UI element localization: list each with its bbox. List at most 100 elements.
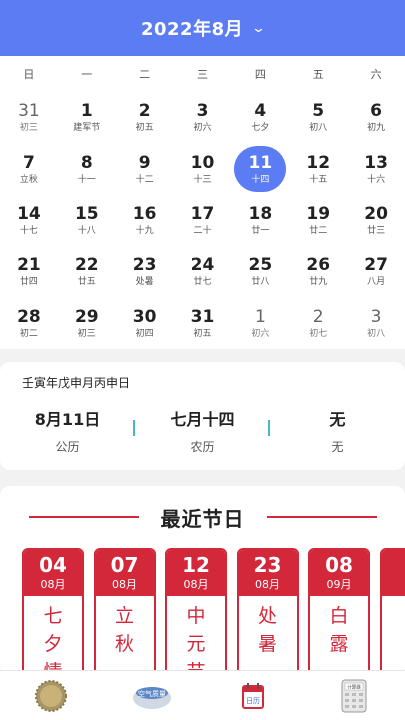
day-cell[interactable]: 16 十九 xyxy=(116,195,174,246)
month-picker[interactable]: 2022年8月 ⌄ xyxy=(0,0,405,56)
weekday-label: 三 xyxy=(196,68,208,81)
day-cell[interactable]: 5 初八 xyxy=(289,92,347,143)
festival-card-partial[interactable] xyxy=(379,548,405,676)
day-cell[interactable]: 12 十五 xyxy=(289,143,347,194)
day-cell[interactable]: 21 廿四 xyxy=(0,246,58,297)
festival-month: 08月 xyxy=(112,578,137,591)
day-cell[interactable]: 19 廿二 xyxy=(289,195,347,246)
lunar-day: 初八 xyxy=(367,328,386,339)
day-cell[interactable]: 13 十六 xyxy=(347,143,405,194)
day-number: 15 xyxy=(74,203,99,224)
day-number: 9 xyxy=(138,152,151,173)
chevron-down-icon[interactable]: ⌄ xyxy=(251,21,266,36)
festival-date: 04 08月 xyxy=(24,550,82,596)
day-cell[interactable]: 31 初五 xyxy=(174,298,232,349)
lunar-day: 初八 xyxy=(309,123,328,134)
festival-card[interactable]: 12 08月 中元节 xyxy=(165,548,227,676)
day-cell[interactable]: 29 初三 xyxy=(58,298,116,349)
day-number: 2 xyxy=(312,306,324,327)
tab-calculator[interactable]: 计算器 xyxy=(304,679,405,713)
festival-name: 立秋 xyxy=(114,605,134,655)
weekday-label: 一 xyxy=(81,68,93,81)
day-cell[interactable]: 3 初八 xyxy=(347,298,405,349)
day-cell[interactable]: 3 初六 xyxy=(174,92,232,143)
day-cell[interactable]: 2 初五 xyxy=(116,92,174,143)
weekday-label: 四 xyxy=(254,68,266,81)
festival-date xyxy=(381,550,405,596)
month-title[interactable]: 2022年8月 xyxy=(141,15,243,41)
tab-calendar[interactable]: 日历 xyxy=(203,682,304,710)
day-cell[interactable]: 7 立秋 xyxy=(0,143,58,194)
day-cell[interactable]: 2 初七 xyxy=(289,298,347,349)
day-cell[interactable]: 26 廿九 xyxy=(289,246,347,297)
bottom-tabbar: 空气质量 日历 计算器 xyxy=(0,670,405,720)
day-number: 3 xyxy=(370,306,382,327)
lunar-day: 十九 xyxy=(135,225,154,236)
day-cell[interactable]: 8 十一 xyxy=(58,143,116,194)
day-cell[interactable]: 14 十七 xyxy=(0,195,58,246)
calendar-icon-label: 日历 xyxy=(246,697,260,705)
festival-card[interactable]: 08 09月 白露 xyxy=(308,548,370,676)
lunar-day: 初六 xyxy=(193,123,212,134)
day-cell[interactable]: 20 廿三 xyxy=(347,195,405,246)
tab-fortune[interactable] xyxy=(0,679,101,713)
festival-name: 白露 xyxy=(329,605,349,655)
festival-day: 23 xyxy=(253,553,282,577)
day-number: 21 xyxy=(17,255,41,276)
day-cell[interactable]: 10 十三 xyxy=(174,143,232,194)
solar-date-label: 公历 xyxy=(55,440,80,454)
day-cell[interactable]: 9 十二 xyxy=(116,143,174,194)
day-cell[interactable]: 1 建军节 xyxy=(58,92,116,143)
day-number: 24 xyxy=(190,255,215,276)
day-cell[interactable]: 23 处暑 xyxy=(116,246,174,297)
day-cell[interactable]: 17 二十 xyxy=(174,195,232,246)
day-cell[interactable]: 30 初四 xyxy=(116,298,174,349)
lunar-day: 初五 xyxy=(193,328,212,339)
day-cell[interactable]: 25 廿八 xyxy=(231,246,289,297)
festival-month: 08月 xyxy=(183,578,209,591)
tab-air-quality[interactable]: 空气质量 xyxy=(101,681,202,711)
day-number: 28 xyxy=(17,306,41,327)
calculator-icon-label: 计算器 xyxy=(348,683,362,690)
fortune-badge-icon[interactable] xyxy=(34,679,68,713)
day-cell[interactable]: 24 廿七 xyxy=(174,246,232,297)
day-cell[interactable]: 28 初二 xyxy=(0,298,58,349)
festival-card[interactable]: 23 08月 处暑 xyxy=(236,548,299,676)
lunar-day: 建军节 xyxy=(73,123,101,134)
day-cell[interactable]: 4 七夕 xyxy=(231,92,289,143)
lunar-day: 廿二 xyxy=(309,225,328,236)
day-number: 1 xyxy=(254,306,266,327)
day-cell[interactable]: 18 廿一 xyxy=(231,195,289,246)
air-quality-label: 空气质量 xyxy=(138,689,166,698)
lunar-day: 廿三 xyxy=(367,225,386,236)
lunar-day: 初三 xyxy=(19,123,38,134)
day-number: 7 xyxy=(23,152,35,173)
day-cell[interactable]: 1 初六 xyxy=(231,298,289,349)
lunar-day: 十五 xyxy=(309,174,328,185)
lunar-day: 初二 xyxy=(19,328,38,339)
lunar-day: 十三 xyxy=(193,174,212,185)
recent-festivals: 最近节日 04 08月 七夕情 07 08月 立秋 12 08月 中元节 23 08月 处暑 08 09月… xyxy=(0,486,405,676)
day-number: 22 xyxy=(74,255,99,276)
day-cell-selected[interactable]: 11 十四 xyxy=(231,143,289,194)
day-cell[interactable]: 31 初三 xyxy=(0,92,58,143)
festival-card[interactable]: 04 08月 七夕情 xyxy=(22,548,84,676)
day-cell[interactable]: 22 廿五 xyxy=(58,246,116,297)
lunar-day: 廿五 xyxy=(77,277,96,288)
day-number: 11 xyxy=(248,152,273,173)
day-cell[interactable]: 27 八月 xyxy=(347,246,405,297)
lunar-day: 初九 xyxy=(367,123,386,134)
air-quality-icon[interactable]: 空气质量 xyxy=(132,681,172,711)
lunar-date-label: 农历 xyxy=(190,440,215,454)
day-cell[interactable]: 6 初九 xyxy=(347,92,405,143)
day-number: 27 xyxy=(364,255,388,276)
calendar: 日 一 二 三 四 五 六 31 初三 1 建军节 2 初五 3 初六 4 七夕 5 初八 6 初九 7 立秋… xyxy=(0,56,405,349)
calendar-icon[interactable]: 日历 xyxy=(241,682,265,710)
lunar-day: 初六 xyxy=(251,328,270,339)
day-number: 8 xyxy=(80,152,93,173)
calculator-icon[interactable]: 计算器 xyxy=(341,679,367,713)
festival-date: 07 08月 xyxy=(95,550,154,596)
day-cell[interactable]: 15 十八 xyxy=(58,195,116,246)
day-number: 10 xyxy=(190,152,215,173)
festival-card[interactable]: 07 08月立秋 xyxy=(93,548,156,676)
